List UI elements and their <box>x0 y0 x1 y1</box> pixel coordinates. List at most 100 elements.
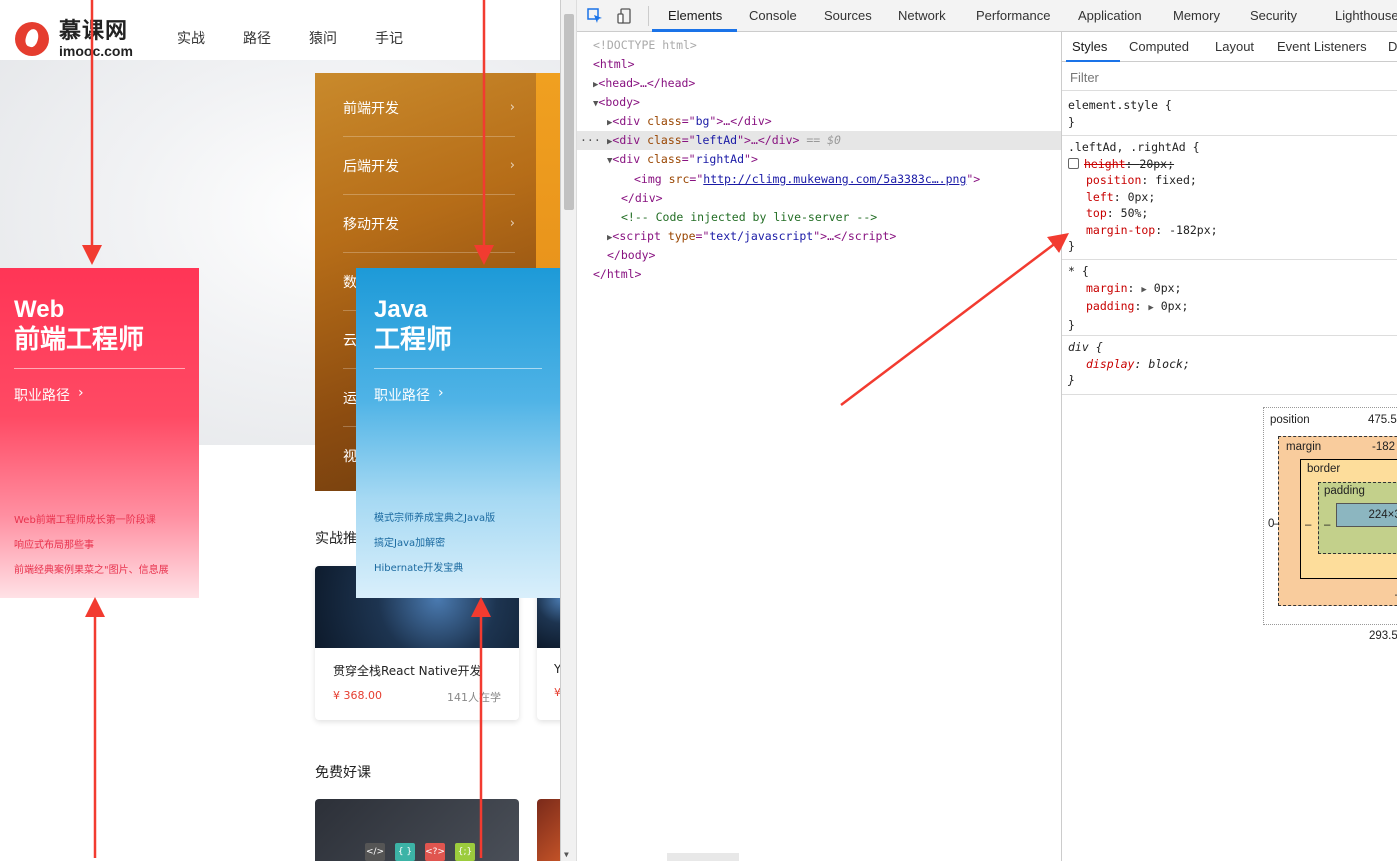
ad-course-link[interactable]: 前端经典案例果菜之"图片、信息展 <box>14 558 169 583</box>
tab-network[interactable]: Network <box>898 8 946 23</box>
tag-text: <html> <box>593 57 635 71</box>
active-subtab-indicator <box>1066 60 1120 62</box>
rule-user-agent-div[interactable]: div { display: block; } <box>1062 336 1397 395</box>
tab-lighthouse[interactable]: Lighthouse <box>1335 8 1397 23</box>
declaration-checkbox[interactable] <box>1068 157 1079 169</box>
page-scrollbar[interactable]: ▼ <box>561 0 577 861</box>
category-item-mobile[interactable]: 移动开发 › <box>343 195 515 253</box>
margin-left-value[interactable]: – <box>1273 518 1279 530</box>
dom-node-div-close[interactable]: </div> <box>577 189 1061 208</box>
course-learners: 141人在学 <box>447 691 501 704</box>
css-declaration-disabled[interactable]: height: 20px; <box>1068 156 1397 173</box>
dom-node-head[interactable]: ▶<head>…</head> <box>577 74 1061 93</box>
property-value: 20px <box>1139 156 1168 171</box>
subtab-computed[interactable]: Computed <box>1129 39 1189 54</box>
category-item-backend[interactable]: 后端开发 › <box>343 137 515 195</box>
device-toolbar-icon[interactable] <box>617 8 633 24</box>
tab-security[interactable]: Security <box>1250 8 1297 23</box>
dom-node-body-close[interactable]: </body> <box>577 246 1061 265</box>
css-declaration[interactable]: margin: ▶ 0px; <box>1068 280 1397 299</box>
nav-item-ask[interactable]: 猿问 <box>309 28 337 48</box>
scrollbar-thumb[interactable] <box>564 14 574 210</box>
ad-title-java: Java <box>374 296 428 323</box>
property-name: display <box>1086 356 1135 371</box>
rule-leftad-rightad[interactable]: .leftAd, .rightAd { height: 20px; positi… <box>1062 136 1397 260</box>
dom-node-div-rightad[interactable]: ▼<div class="rightAd"> <box>577 150 1061 169</box>
css-declaration[interactable]: top: 50%; <box>1068 205 1397 222</box>
code-tile-icon: </> <box>365 843 385 861</box>
padding-left-value[interactable]: – <box>1324 519 1330 531</box>
category-label: 前端开发 <box>343 100 399 117</box>
ad-course-link[interactable]: Web前端工程师成长第一阶段课 <box>14 508 169 533</box>
css-declaration[interactable]: margin-top: -182px; <box>1068 222 1397 239</box>
chevron-right-icon: › <box>438 385 444 401</box>
category-item-frontend[interactable]: 前端开发 › <box>343 79 515 137</box>
category-label: 运 <box>343 390 357 407</box>
property-value: block <box>1148 356 1183 371</box>
css-declaration[interactable]: left: 0px; <box>1068 189 1397 206</box>
margin-top-value[interactable]: -182 <box>1372 441 1395 453</box>
tab-performance[interactable]: Performance <box>976 8 1050 23</box>
subtab-layout[interactable]: Layout <box>1215 39 1254 54</box>
styles-filter-input[interactable]: Filter <box>1062 63 1397 91</box>
dom-node-img[interactable]: <img src="http://climg.mukewang.com/5a33… <box>577 170 1061 189</box>
position-top-value[interactable]: 475.5 <box>1368 414 1397 426</box>
rule-element-style[interactable]: element.style { } <box>1062 94 1397 136</box>
dom-node-div-leftad-selected[interactable]: ··· ▶<div class="leftAd">…</div> == $0 <box>577 131 1061 150</box>
property-value: 0px <box>1153 280 1175 295</box>
subtab-more[interactable]: D <box>1388 39 1397 54</box>
nav-item-notes[interactable]: 手记 <box>375 28 403 48</box>
subtab-event-listeners[interactable]: Event Listeners <box>1277 39 1367 54</box>
expand-triangle-icon[interactable]: ▶ <box>1141 285 1146 295</box>
right-ad-banner[interactable]: Java 工程师 职业路径 › 模式宗师养成宝典之Java版 搞定Java加解密 … <box>356 268 560 598</box>
dom-node-html[interactable]: <html> <box>577 55 1061 74</box>
subtab-styles[interactable]: Styles <box>1072 39 1107 54</box>
attr-name: type <box>667 229 696 243</box>
left-ad-banner[interactable]: Web 前端工程师 职业路径 › Web前端工程师成长第一阶段课 响应式布局那些事… <box>0 268 199 598</box>
tab-application[interactable]: Application <box>1078 8 1142 23</box>
career-path-link[interactable]: 职业路径 › <box>14 385 185 405</box>
css-declaration[interactable]: position: fixed; <box>1068 172 1397 189</box>
site-logo[interactable]: 慕课网 imooc.com <box>15 20 133 58</box>
tab-sources[interactable]: Sources <box>824 8 872 23</box>
ad-divider <box>374 368 542 369</box>
chevron-right-icon: › <box>509 100 515 115</box>
scroll-down-arrow-icon[interactable]: ▼ <box>564 850 569 859</box>
property-name: margin-top <box>1086 222 1156 237</box>
css-declaration[interactable]: padding: ▶ 0px; <box>1068 298 1397 317</box>
expand-triangle-icon[interactable]: ▶ <box>1148 303 1153 313</box>
nav-item-practical[interactable]: 实战 <box>177 28 205 48</box>
career-path-link[interactable]: 职业路径 › <box>374 385 542 405</box>
box-model-diagram: position 475.5 0 293.5 margin -182 – bor… <box>1263 407 1397 642</box>
dom-node-script[interactable]: ▶<script type="text/javascript">…</scrip… <box>577 227 1061 246</box>
dom-node-html-close[interactable]: </html> <box>577 265 1061 284</box>
styles-pane: Styles Computed Layout Event Listeners D… <box>1061 32 1397 861</box>
dom-doctype[interactable]: <!DOCTYPE html> <box>577 36 1061 55</box>
more-options-icon[interactable]: ··· <box>580 131 601 150</box>
free-course-card[interactable]: </> { } <?> {;} <box>315 799 519 861</box>
dom-node-body[interactable]: ▼<body> <box>577 93 1061 112</box>
property-name: margin <box>1086 280 1128 295</box>
border-left-value[interactable]: – <box>1305 519 1311 531</box>
horizontal-scrollbar-thumb[interactable] <box>667 853 739 861</box>
inspect-element-icon[interactable] <box>587 8 603 24</box>
ad-course-link[interactable]: 搞定Java加解密 <box>374 531 495 556</box>
dom-node-div-bg[interactable]: ▶<div class="bg">…</div> <box>577 112 1061 131</box>
attr-name: class <box>647 152 682 166</box>
tab-elements[interactable]: Elements <box>668 8 722 23</box>
ad-course-link[interactable]: 模式宗师养成宝典之Java版 <box>374 506 495 531</box>
ad-course-link[interactable]: 响应式布局那些事 <box>14 533 169 558</box>
rule-universal[interactable]: * { margin: ▶ 0px; padding: ▶ 0px; } <box>1062 260 1397 336</box>
category-label: 视 <box>343 449 357 465</box>
img-src-link[interactable]: http://climg.mukewang.com/5a3383c….png <box>703 172 966 186</box>
category-label: 后端开发 <box>343 158 399 175</box>
tab-memory[interactable]: Memory <box>1173 8 1220 23</box>
ad-title-engineer: 工程师 <box>374 325 453 355</box>
dom-comment[interactable]: <!-- Code injected by live-server --> <box>577 208 1061 227</box>
position-bottom-value[interactable]: 293.5 <box>1369 630 1397 642</box>
box-model-content-size[interactable]: 224×364 <box>1336 503 1397 527</box>
ad-course-link[interactable]: Hibernate开发宝典 <box>374 556 495 581</box>
free-course-card-partial[interactable] <box>537 799 560 861</box>
nav-item-path[interactable]: 路径 <box>243 28 271 48</box>
tab-console[interactable]: Console <box>749 8 797 23</box>
